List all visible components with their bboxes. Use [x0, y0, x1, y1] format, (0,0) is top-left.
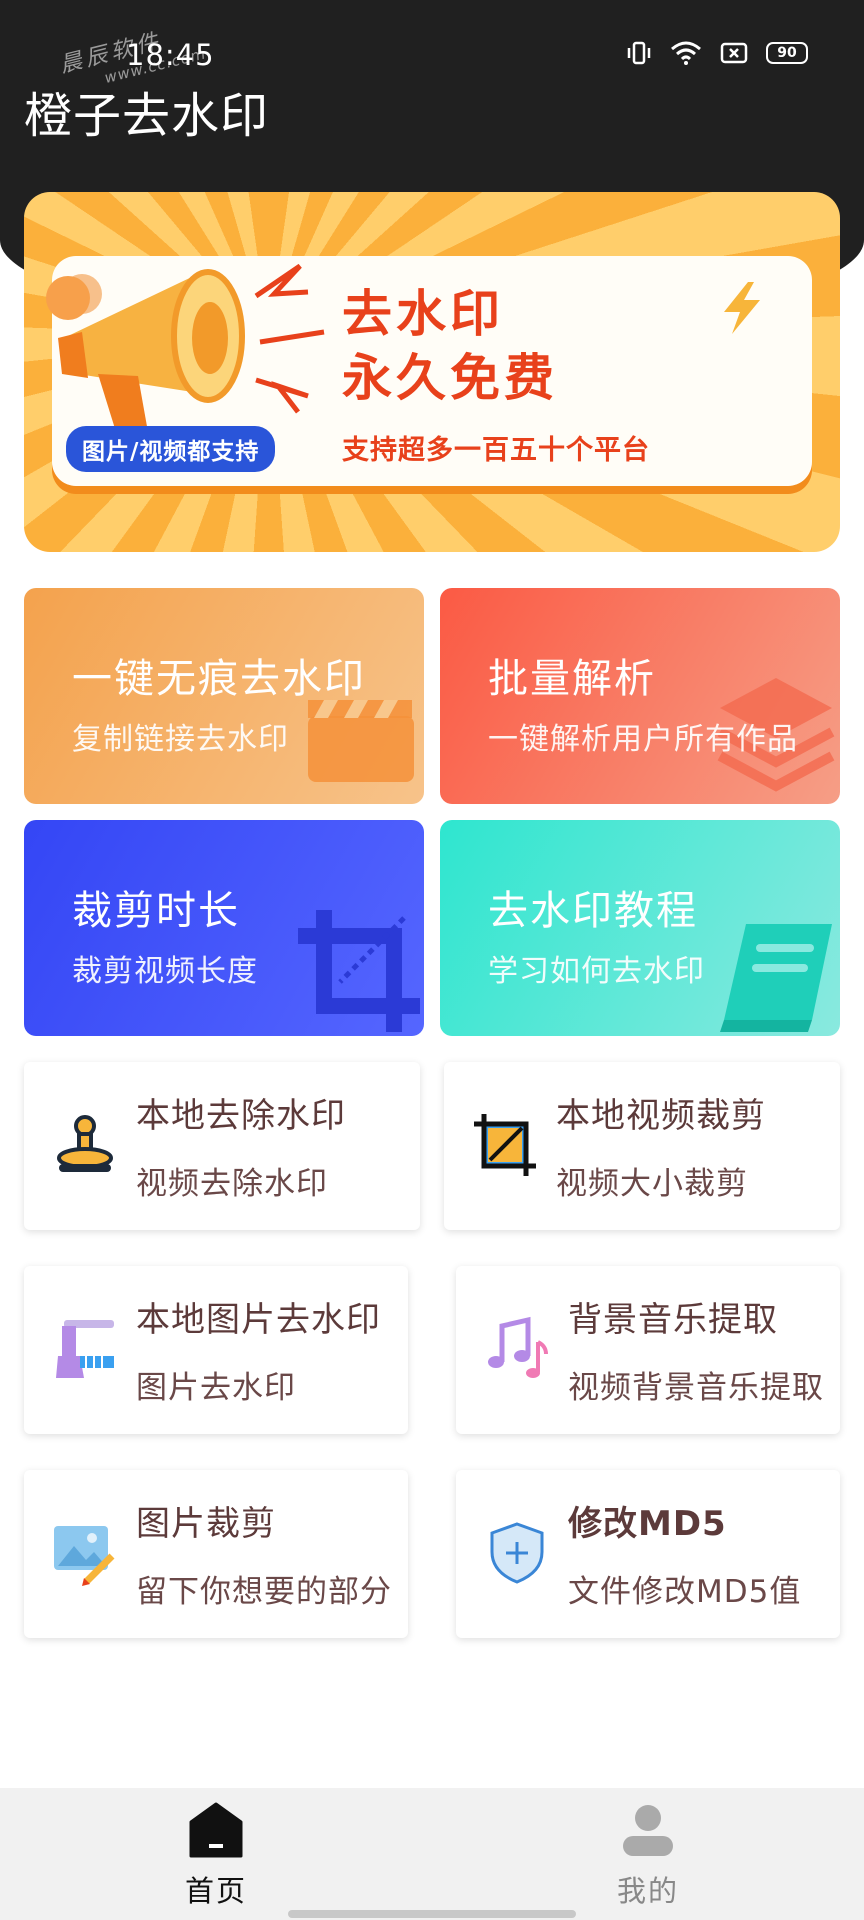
card-subtitle: 图片去水印 [136, 1370, 296, 1406]
shield-plus-icon [490, 1522, 544, 1584]
app-title: 橙子去水印 [24, 88, 270, 144]
banner-subline: 支持超多一百五十个平台 [342, 435, 650, 466]
card-title: 本地视频裁剪 [556, 1096, 766, 1136]
book-icon [720, 924, 832, 1032]
card-subtitle: 视频背景音乐提取 [568, 1370, 824, 1406]
card-subtitle: 视频去除水印 [136, 1166, 328, 1202]
banner-headline-line1: 去水印 [342, 285, 504, 343]
card-modify-md5[interactable]: 修改MD5 文件修改MD5值 [456, 1470, 840, 1638]
card-title: 修改MD5 [568, 1504, 727, 1544]
nav-home-label: 首页 [184, 1874, 247, 1908]
vibrate-icon [627, 41, 651, 65]
battery-icon: 90 [766, 42, 808, 64]
tile-batch-parse[interactable]: 批量解析 一键解析用户所有作品 [440, 588, 840, 804]
status-time: 18:45 [126, 38, 215, 72]
wifi-icon [671, 41, 701, 65]
crop-frame-icon [474, 1114, 536, 1176]
status-icons: 90 [626, 40, 808, 66]
promo-banner[interactable]: 去水印 永久免费 图片/视频都支持 支持超多一百五十个平台 [24, 192, 840, 552]
image-edit-icon [54, 1526, 115, 1586]
clapperboard-icon [308, 700, 414, 782]
card-subtitle: 视频大小裁剪 [556, 1166, 748, 1202]
music-notes-icon [488, 1316, 548, 1378]
card-title: 背景音乐提取 [568, 1300, 778, 1340]
tile-subtitle: 复制链接去水印 [72, 722, 289, 757]
card-title: 本地图片去水印 [136, 1300, 381, 1340]
tile-title: 裁剪时长 [72, 888, 240, 934]
tile-subtitle: 一键解析用户所有作品 [488, 722, 798, 757]
card-local-video-crop[interactable]: 本地视频裁剪 视频大小裁剪 [444, 1062, 840, 1230]
tile-subtitle: 学习如何去水印 [488, 954, 705, 989]
tile-tutorial[interactable]: 去水印教程 学习如何去水印 [440, 820, 840, 1036]
banner-pill: 图片/视频都支持 [66, 426, 276, 472]
card-local-remove-watermark[interactable]: 本地去除水印 视频去除水印 [24, 1062, 420, 1230]
tile-trim-duration[interactable]: 裁剪时长 裁剪视频长度 [24, 820, 424, 1036]
sim-icon [720, 42, 748, 64]
megaphone-icon [46, 263, 325, 432]
nav-mine-label: 我的 [616, 1874, 679, 1908]
card-title: 图片裁剪 [136, 1504, 276, 1544]
tile-title: 批量解析 [488, 656, 656, 702]
card-title: 本地去除水印 [136, 1096, 346, 1136]
tile-title: 一键无痕去水印 [72, 656, 366, 702]
card-subtitle: 留下你想要的部分 [136, 1574, 392, 1610]
user-icon [623, 1805, 673, 1856]
banner-headline: 去水印 永久免费 [342, 282, 558, 410]
tile-one-click-remove[interactable]: 一键无痕去水印 复制链接去水印 [24, 588, 424, 804]
battery-level: 90 [777, 45, 797, 61]
crop-icon [298, 910, 420, 1032]
card-bgm-extract[interactable]: 背景音乐提取 视频背景音乐提取 [456, 1266, 840, 1434]
tile-title: 去水印教程 [488, 888, 698, 934]
lightning-icon [724, 282, 760, 334]
paint-roller-icon [56, 1320, 114, 1378]
banner-headline-line2: 永久免费 [342, 349, 558, 407]
tile-subtitle: 裁剪视频长度 [72, 954, 258, 989]
card-subtitle: 文件修改MD5值 [568, 1574, 802, 1610]
card-image-crop[interactable]: 图片裁剪 留下你想要的部分 [24, 1470, 408, 1638]
home-icon [189, 1802, 243, 1858]
nav-mine[interactable]: 我的 [588, 1802, 708, 1910]
card-local-image-remove-watermark[interactable]: 本地图片去水印 图片去水印 [24, 1266, 408, 1434]
bottom-nav: 首页 我的 [0, 1788, 864, 1920]
stamp-icon [57, 1115, 113, 1172]
nav-home[interactable]: 首页 [156, 1802, 276, 1910]
home-indicator[interactable] [288, 1910, 576, 1918]
